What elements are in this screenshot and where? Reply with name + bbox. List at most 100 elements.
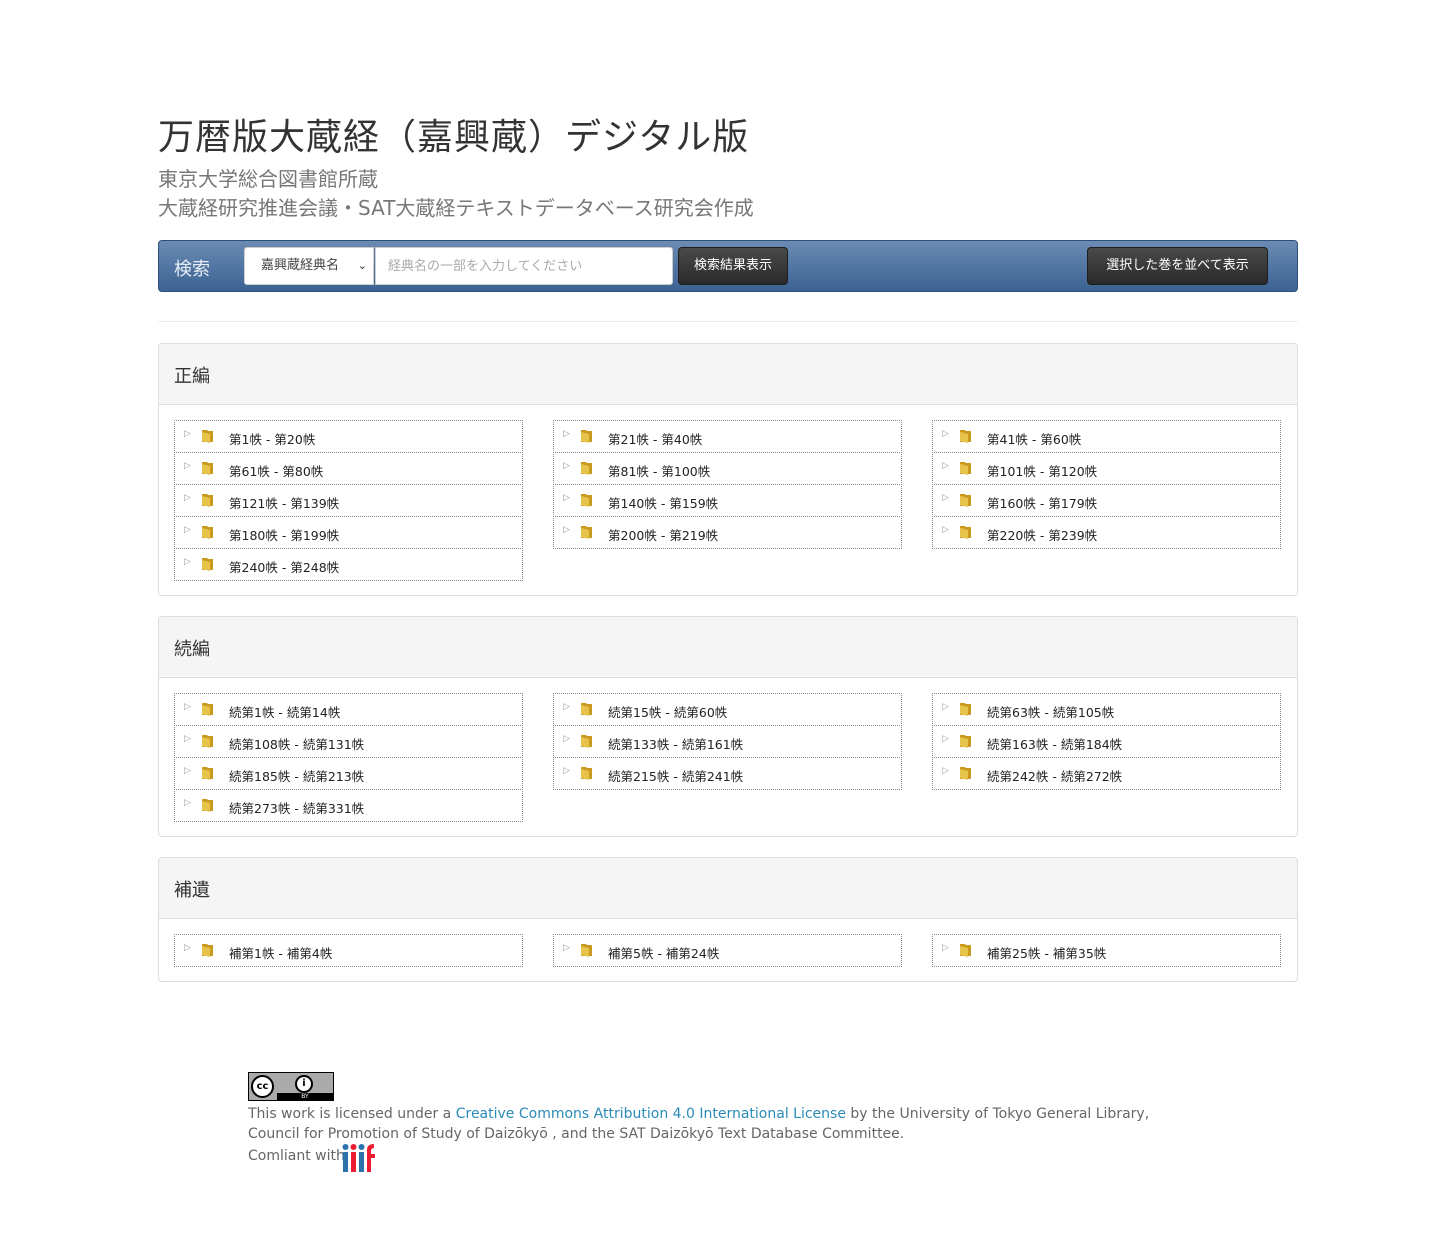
expand-arrow-icon[interactable]: ▷ <box>563 493 570 503</box>
tree-node-volume-range[interactable]: ▷ 第41帙 - 第60帙 <box>932 420 1281 453</box>
folder-icon <box>581 430 592 443</box>
expand-arrow-icon[interactable]: ▷ <box>942 943 949 953</box>
attribution-icon: i <box>295 1075 313 1093</box>
tree-node-volume-range[interactable]: ▷ 続第273帙 - 続第331帙 <box>174 789 523 822</box>
expand-arrow-icon[interactable]: ▷ <box>942 766 949 776</box>
tree-node-volume-range[interactable]: ▷ 補第25帙 - 補第35帙 <box>932 934 1281 967</box>
expand-arrow-icon[interactable]: ▷ <box>184 461 191 471</box>
tree-node-volume-range[interactable]: ▷ 第220帙 - 第239帙 <box>932 516 1281 549</box>
expand-arrow-icon[interactable]: ▷ <box>563 702 570 712</box>
expand-arrow-icon[interactable]: ▷ <box>184 943 191 953</box>
iiif-logo-icon[interactable] <box>342 1142 376 1174</box>
expand-arrow-icon[interactable]: ▷ <box>942 461 949 471</box>
volume-range-label: 補第5帙 - 補第24帙 <box>608 946 720 961</box>
expand-arrow-icon[interactable]: ▷ <box>184 493 191 503</box>
panel-hoi: 補遺 ▷ 補第1帙 - 補第4帙 ▷ 補第5帙 - 補第24帙 ▷ 補第25帙 - 補第3… <box>158 857 1298 982</box>
expand-arrow-icon[interactable]: ▷ <box>942 734 949 744</box>
volume-range-label: 続第15帙 - 続第60帙 <box>608 705 728 720</box>
volume-range-label: 第121帙 - 第139帙 <box>229 496 340 511</box>
tree-node-volume-range[interactable]: ▷ 第121帙 - 第139帙 <box>174 484 523 517</box>
expand-arrow-icon[interactable]: ▷ <box>184 766 191 776</box>
tree-node-volume-range[interactable]: ▷ 続第242帙 - 続第272帙 <box>932 757 1281 790</box>
search-type-select[interactable]: 嘉興蔵経典名 ⌄ <box>244 247 374 285</box>
tree-node-volume-range[interactable]: ▷ 続第133帙 - 続第161帙 <box>553 725 902 758</box>
folder-icon <box>581 944 592 957</box>
search-input[interactable] <box>375 247 673 285</box>
page-subtitle-creators: 大蔵経研究推進会議・SAT大蔵経テキストデータベース研究会作成 <box>158 196 754 220</box>
tree-node-volume-range[interactable]: ▷ 第1帙 - 第20帙 <box>174 420 523 453</box>
search-results-button[interactable]: 検索結果表示 <box>678 247 788 285</box>
search-label: 検索 <box>174 259 210 280</box>
panel-heading: 続編 <box>159 617 1297 678</box>
panel-title: 続編 <box>174 639 210 660</box>
expand-arrow-icon[interactable]: ▷ <box>563 734 570 744</box>
folder-icon <box>202 944 213 957</box>
tree-node-volume-range[interactable]: ▷ 続第15帙 - 続第60帙 <box>553 693 902 726</box>
folder-icon <box>581 526 592 539</box>
chevron-down-icon: ⌄ <box>357 259 367 272</box>
expand-arrow-icon[interactable]: ▷ <box>184 702 191 712</box>
volume-range-label: 続第215帙 - 続第241帙 <box>608 769 744 784</box>
tree-node-volume-range[interactable]: ▷ 第140帙 - 第159帙 <box>553 484 902 517</box>
expand-arrow-icon[interactable]: ▷ <box>942 493 949 503</box>
tree-node-volume-range[interactable]: ▷ 第101帙 - 第120帙 <box>932 452 1281 485</box>
expand-arrow-icon[interactable]: ▷ <box>184 429 191 439</box>
volume-range-label: 続第273帙 - 続第331帙 <box>229 801 365 816</box>
volume-range-label: 続第163帙 - 続第184帙 <box>987 737 1123 752</box>
volume-range-label: 第200帙 - 第219帙 <box>608 528 719 543</box>
tree-node-volume-range[interactable]: ▷ 第61帙 - 第80帙 <box>174 452 523 485</box>
expand-arrow-icon[interactable]: ▷ <box>184 525 191 535</box>
expand-arrow-icon[interactable]: ▷ <box>563 943 570 953</box>
tree-node-volume-range[interactable]: ▷ 第81帙 - 第100帙 <box>553 452 902 485</box>
folder-icon <box>202 558 213 571</box>
folder-icon <box>960 462 971 475</box>
volume-range-label: 続第242帙 - 続第272帙 <box>987 769 1123 784</box>
page-subtitle-library: 東京大学総合図書館所蔵 <box>158 167 378 191</box>
folder-icon <box>581 735 592 748</box>
folder-icon <box>202 735 213 748</box>
volume-range-label: 続第1帙 - 続第14帙 <box>229 705 341 720</box>
panel-heading: 補遺 <box>159 858 1297 919</box>
license-text: This work is licensed under a Creative C… <box>248 1104 1178 1144</box>
expand-arrow-icon[interactable]: ▷ <box>184 734 191 744</box>
tree-node-volume-range[interactable]: ▷ 続第108帙 - 続第131帙 <box>174 725 523 758</box>
volume-column: ▷ 続第63帙 - 続第105帙 ▷ 続第163帙 - 続第184帙 ▷ 続第242帙 -… <box>932 693 1281 790</box>
expand-arrow-icon[interactable]: ▷ <box>942 702 949 712</box>
folder-icon <box>202 462 213 475</box>
expand-arrow-icon[interactable]: ▷ <box>942 429 949 439</box>
tree-node-volume-range[interactable]: ▷ 続第185帙 - 続第213帙 <box>174 757 523 790</box>
volume-column: ▷ 補第25帙 - 補第35帙 <box>932 934 1281 967</box>
by-label: BY <box>277 1093 333 1100</box>
expand-arrow-icon[interactable]: ▷ <box>184 798 191 808</box>
folder-icon <box>581 494 592 507</box>
expand-arrow-icon[interactable]: ▷ <box>563 461 570 471</box>
expand-arrow-icon[interactable]: ▷ <box>563 766 570 776</box>
volume-range-label: 第180帙 - 第199帙 <box>229 528 340 543</box>
panel-title: 補遺 <box>174 880 210 901</box>
tree-node-volume-range[interactable]: ▷ 続第63帙 - 続第105帙 <box>932 693 1281 726</box>
volume-column: ▷ 第41帙 - 第60帙 ▷ 第101帙 - 第120帙 ▷ 第160帙 - 第179帙… <box>932 420 1281 549</box>
cc-by-license-badge[interactable]: cc i BY <box>248 1072 334 1101</box>
license-link[interactable]: Creative Commons Attribution 4.0 Interna… <box>456 1106 846 1122</box>
tree-node-volume-range[interactable]: ▷ 第21帙 - 第40帙 <box>553 420 902 453</box>
tree-node-volume-range[interactable]: ▷ 続第1帙 - 続第14帙 <box>174 693 523 726</box>
volume-range-label: 第61帙 - 第80帙 <box>229 464 324 479</box>
expand-arrow-icon[interactable]: ▷ <box>563 525 570 535</box>
tree-node-volume-range[interactable]: ▷ 続第215帙 - 続第241帙 <box>553 757 902 790</box>
tree-node-volume-range[interactable]: ▷ 続第163帙 - 続第184帙 <box>932 725 1281 758</box>
expand-arrow-icon[interactable]: ▷ <box>184 557 191 567</box>
tree-node-volume-range[interactable]: ▷ 第160帙 - 第179帙 <box>932 484 1281 517</box>
volume-range-label: 第140帙 - 第159帙 <box>608 496 719 511</box>
license-prefix: This work is licensed under a <box>248 1106 456 1122</box>
tree-node-volume-range[interactable]: ▷ 第240帙 - 第248帙 <box>174 548 523 581</box>
tree-node-volume-range[interactable]: ▷ 第200帙 - 第219帙 <box>553 516 902 549</box>
tree-node-volume-range[interactable]: ▷ 補第5帙 - 補第24帙 <box>553 934 902 967</box>
tree-node-volume-range[interactable]: ▷ 補第1帙 - 補第4帙 <box>174 934 523 967</box>
tree-node-volume-range[interactable]: ▷ 第180帙 - 第199帙 <box>174 516 523 549</box>
folder-icon <box>202 703 213 716</box>
expand-arrow-icon[interactable]: ▷ <box>563 429 570 439</box>
volume-range-label: 続第133帙 - 続第161帙 <box>608 737 744 752</box>
expand-arrow-icon[interactable]: ▷ <box>942 525 949 535</box>
divider <box>158 321 1298 322</box>
compare-selected-button[interactable]: 選択した巻を並べて表示 <box>1087 247 1268 285</box>
